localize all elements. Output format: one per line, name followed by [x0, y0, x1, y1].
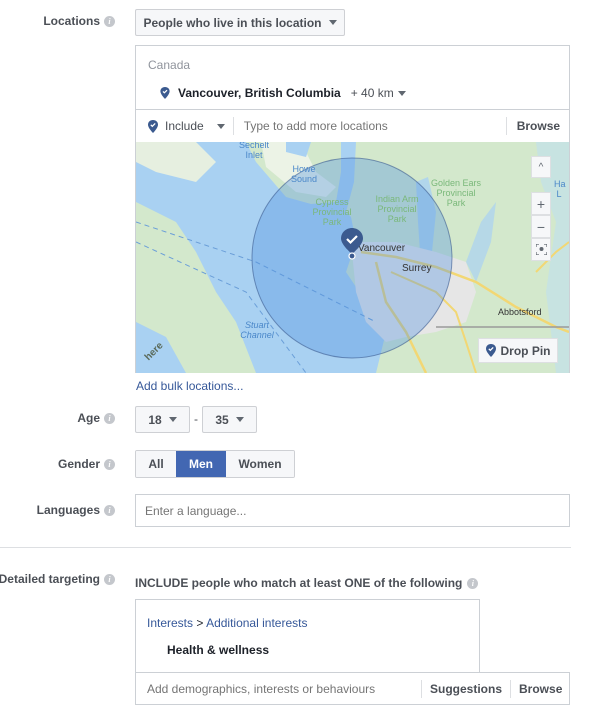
browse-locations-button[interactable]: Browse [517, 119, 560, 133]
include-dropdown[interactable]: Include [136, 119, 225, 133]
location-pin-icon [160, 87, 170, 99]
location-search-input[interactable] [241, 118, 482, 134]
zoom-in-button[interactable]: + [531, 192, 551, 215]
audience-type-dropdown[interactable]: People who live in this location [135, 9, 345, 36]
map-marker-icon[interactable] [341, 228, 363, 260]
location-box: Canada Vancouver, British Columbia + 40 … [135, 45, 570, 373]
map-label: Abbotsford [498, 307, 542, 317]
add-bulk-locations-link[interactable]: Add bulk locations... [136, 379, 243, 393]
breadcrumb-additional-interests[interactable]: Additional interests [206, 616, 307, 630]
age-separator: - [194, 412, 198, 426]
selected-interest[interactable]: Health & wellness [167, 643, 269, 657]
selected-location: Vancouver, British Columbia + 40 km [160, 86, 406, 100]
gender-option-men[interactable]: Men [176, 451, 226, 477]
divider [421, 679, 422, 698]
map-label: Ha L [554, 179, 566, 199]
age-max-dropdown[interactable]: 35 [202, 406, 257, 433]
targeting-breadcrumb: Interests > Additional interests [147, 616, 308, 630]
map-label: Stuart Channel [240, 320, 274, 340]
drop-pin-button[interactable]: Drop Pin [478, 338, 558, 363]
recenter-button[interactable] [531, 238, 551, 261]
language-input[interactable] [135, 494, 570, 527]
map-label: Surrey [402, 263, 432, 274]
info-icon[interactable]: i [104, 15, 115, 27]
detailed-targeting-label: Detailed targeting i [0, 572, 115, 586]
gender-option-all[interactable]: All [136, 451, 176, 477]
map-label: Howe Sound [290, 164, 318, 184]
map-label: Cypress Provincial Park [312, 197, 352, 227]
info-icon[interactable]: i [104, 573, 115, 585]
targeting-selection-box: Interests > Additional interests Health … [135, 599, 480, 673]
gender-option-women[interactable]: Women [226, 451, 294, 477]
location-pin-icon [485, 344, 496, 357]
divider [510, 679, 512, 698]
info-icon[interactable]: i [104, 412, 115, 424]
map-label: Golden Ears Provincial Park [430, 178, 482, 208]
locations-label: Locations i [43, 14, 115, 28]
recenter-icon [535, 244, 547, 255]
include-criteria-text: INCLUDE people who match at least ONE of… [135, 576, 479, 590]
divider [505, 117, 507, 135]
map-collapse-button[interactable]: ^ [531, 156, 551, 178]
age-label: Age i [77, 411, 115, 425]
chevron-down-icon [216, 123, 225, 129]
info-icon[interactable]: i [104, 504, 115, 516]
languages-label: Languages i [37, 503, 115, 517]
gender-selector: All Men Women [135, 450, 295, 478]
breadcrumb-interests[interactable]: Interests [147, 616, 193, 630]
country-label: Canada [148, 58, 191, 72]
zoom-out-button[interactable]: − [531, 215, 551, 238]
chevron-down-icon [397, 90, 406, 96]
location-search-row: Include Browse [136, 109, 569, 142]
gender-label: Gender i [58, 457, 115, 471]
age-min-dropdown[interactable]: 18 [135, 406, 190, 433]
divider [232, 117, 234, 135]
location-name: Vancouver, British Columbia [178, 86, 341, 100]
chevron-down-icon [168, 417, 177, 422]
location-pin-icon [148, 119, 158, 133]
map-label: Indian Arm Provincial Park [375, 194, 419, 224]
browse-targeting-button[interactable]: Browse [519, 682, 562, 696]
chevron-down-icon [235, 417, 244, 422]
info-icon[interactable]: i [467, 577, 479, 589]
radius-dropdown[interactable]: + 40 km [351, 86, 406, 100]
map[interactable]: Sechelt Inlet Howe Sound Cypress Provinc… [136, 142, 569, 373]
chevron-down-icon [328, 20, 337, 25]
info-icon[interactable]: i [104, 458, 115, 470]
map-label: Sechelt Inlet [238, 142, 270, 160]
targeting-search-input[interactable] [145, 680, 415, 697]
targeting-search-row: Suggestions Browse [135, 672, 570, 705]
suggestions-button[interactable]: Suggestions [430, 682, 502, 696]
map-label: Vancouver [358, 243, 406, 254]
section-divider [0, 547, 571, 548]
